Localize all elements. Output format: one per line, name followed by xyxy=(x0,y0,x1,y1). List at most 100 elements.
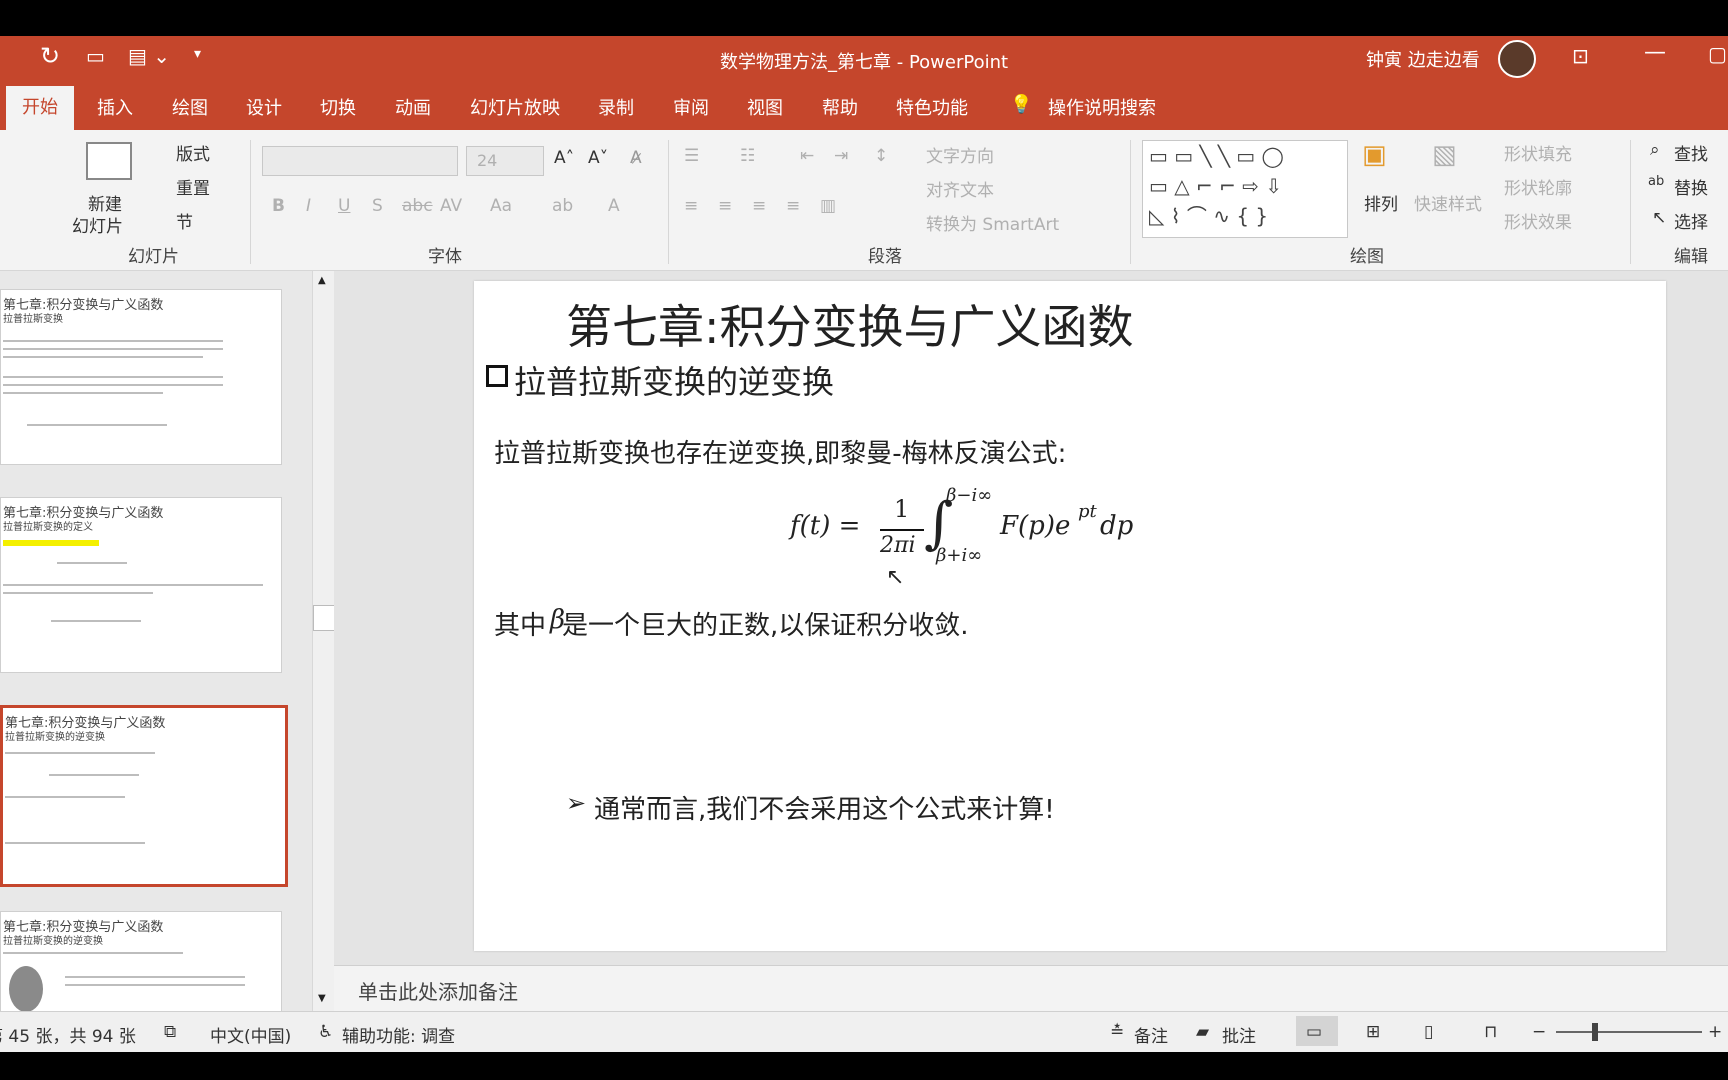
scroll-up-icon[interactable]: ▲ xyxy=(318,275,326,286)
font-color-icon[interactable]: A xyxy=(608,196,620,216)
slide-sorter-icon[interactable]: ⊞ xyxy=(1366,1022,1380,1042)
bold-icon[interactable]: B xyxy=(272,196,285,216)
tab-home[interactable]: 开始 xyxy=(6,86,74,130)
user-name[interactable]: 钟寅 边走边看 xyxy=(1366,46,1480,72)
thumbnail-scrollbar[interactable]: ▲ ▼ xyxy=(312,271,335,1011)
tab-view[interactable]: 视图 xyxy=(747,94,783,120)
notes-pane[interactable]: 单击此处添加备注 xyxy=(334,965,1728,1012)
slide-title[interactable]: 第七章:积分变换与广义函数 xyxy=(566,291,1134,357)
shape-fill-button[interactable]: 形状填充 xyxy=(1504,140,1572,165)
tab-animations[interactable]: 动画 xyxy=(395,94,431,120)
tab-design[interactable]: 设计 xyxy=(246,94,282,120)
tab-insert[interactable]: 插入 xyxy=(97,94,133,120)
avatar[interactable] xyxy=(1498,40,1536,78)
slide-bullet-text[interactable]: 通常而言,我们不会采用这个公式来计算! xyxy=(594,789,1055,826)
zoom-in-icon[interactable]: + xyxy=(1708,1022,1722,1042)
tab-transitions[interactable]: 切换 xyxy=(320,94,356,120)
new-slide-icon[interactable] xyxy=(86,142,132,180)
char-spacing-icon[interactable]: AV xyxy=(440,196,462,216)
accessibility-status[interactable]: 辅助功能: 调查 xyxy=(342,1022,455,1047)
grow-font-icon[interactable]: A˄ xyxy=(554,148,574,168)
section-button[interactable]: 节 xyxy=(176,208,193,233)
slide-thumbnail[interactable]: 第七章:积分变换与广义函数 拉普拉斯变换 xyxy=(0,289,282,465)
arrange-button[interactable]: 排列 xyxy=(1364,190,1398,215)
zoom-slider[interactable] xyxy=(1556,1023,1702,1041)
layout-button[interactable]: 版式 xyxy=(176,140,210,165)
shape-outline-button[interactable]: 形状轮廓 xyxy=(1504,174,1572,199)
tab-record[interactable]: 录制 xyxy=(598,94,634,120)
reset-button[interactable]: 重置 xyxy=(176,174,210,199)
redo-icon[interactable]: ↻ xyxy=(40,42,60,70)
clear-format-icon[interactable]: A̷ xyxy=(630,148,642,168)
justify-icon[interactable]: ≡ xyxy=(786,196,800,216)
columns-icon[interactable]: ▥ xyxy=(820,196,836,216)
align-right-icon[interactable]: ≡ xyxy=(752,196,766,216)
strikethrough-icon[interactable]: abc xyxy=(402,196,433,216)
font-name-box[interactable] xyxy=(262,146,458,176)
customize-qat-icon[interactable]: ▾ xyxy=(194,46,201,62)
arrange-icon[interactable]: ▣ xyxy=(1362,140,1387,170)
change-case-icon[interactable]: Aa xyxy=(490,196,512,216)
align-text-button[interactable]: 对齐文本 xyxy=(926,176,994,201)
inversion-formula[interactable]: f(t) = 1 2πi ∫ β−i∞ β+i∞ F(p)e pt dp xyxy=(790,485,1133,571)
slide-line2-prefix[interactable]: 其中 xyxy=(494,605,546,642)
align-left-icon[interactable]: ≡ xyxy=(684,196,698,216)
shrink-font-icon[interactable]: A˅ xyxy=(588,148,608,168)
replace-button[interactable]: 替换 xyxy=(1674,174,1708,199)
shape-effects-button[interactable]: 形状效果 xyxy=(1504,208,1572,233)
tab-review[interactable]: 审阅 xyxy=(673,94,709,120)
decrease-indent-icon[interactable]: ⇤ xyxy=(800,146,814,166)
zoom-out-icon[interactable]: − xyxy=(1532,1022,1546,1042)
slideshow-icon[interactable]: ⊓ xyxy=(1484,1022,1497,1042)
quick-styles-button[interactable]: 快速样式 xyxy=(1414,190,1482,215)
notes-icon[interactable]: ≛ xyxy=(1110,1022,1124,1042)
underline-icon[interactable]: U xyxy=(338,196,350,216)
font-size-box[interactable]: 24 xyxy=(466,146,544,176)
slide-line1[interactable]: 拉普拉斯变换也存在逆变换,即黎曼-梅林反演公式: xyxy=(494,433,1066,470)
arrow-bullet-icon: ➢ xyxy=(566,789,587,817)
tab-features[interactable]: 特色功能 xyxy=(896,94,968,120)
slide-line2-text[interactable]: 是一个巨大的正数,以保证积分收敛. xyxy=(562,605,969,642)
slide-canvas[interactable]: 第七章:积分变换与广义函数 拉普拉斯变换的逆变换 拉普拉斯变换也存在逆变换,即黎… xyxy=(474,281,1666,951)
spell-check-icon[interactable]: ⧉ xyxy=(164,1022,176,1042)
line-spacing-icon[interactable]: ↕ xyxy=(874,146,888,166)
new-slide-dropdown[interactable]: 幻灯片 xyxy=(72,212,123,237)
group-label-slides: 幻灯片 xyxy=(128,247,179,267)
slide-thumbnail-selected[interactable]: 第七章:积分变换与广义函数 拉普拉斯变换的逆变换 xyxy=(0,705,288,887)
tab-slideshow[interactable]: 幻灯片放映 xyxy=(470,94,560,120)
slide-thumbnail[interactable]: 第七章:积分变换与广义函数 拉普拉斯变换的定义 xyxy=(0,497,282,673)
minimize-icon[interactable]: — xyxy=(1644,40,1666,65)
increase-indent-icon[interactable]: ⇥ xyxy=(834,146,848,166)
maximize-icon[interactable]: ▢ xyxy=(1708,42,1727,66)
layout-icon[interactable]: ▤ ⌄ xyxy=(128,44,170,68)
notes-button[interactable]: 备注 xyxy=(1134,1022,1168,1047)
scroll-thumb[interactable] xyxy=(313,605,335,631)
bullets-icon[interactable]: ☰ xyxy=(684,146,699,166)
accessibility-icon[interactable]: ♿ xyxy=(318,1022,333,1042)
smartart-button[interactable]: 转换为 SmartArt xyxy=(926,210,1059,235)
tab-draw[interactable]: 绘图 xyxy=(172,94,208,120)
scroll-down-icon[interactable]: ▼ xyxy=(318,993,326,1004)
text-direction-button[interactable]: 文字方向 xyxy=(926,142,994,167)
align-center-icon[interactable]: ≡ xyxy=(718,196,732,216)
reading-view-icon[interactable]: ▯ xyxy=(1424,1022,1433,1042)
language-status[interactable]: 中文(中国) xyxy=(210,1022,291,1047)
tab-help[interactable]: 帮助 xyxy=(822,94,858,120)
shadow-icon[interactable]: S xyxy=(372,196,383,216)
zoom-slider-thumb[interactable] xyxy=(1592,1023,1598,1041)
slide-subtitle[interactable]: 拉普拉斯变换的逆变换 xyxy=(514,357,834,403)
notes-placeholder[interactable]: 单击此处添加备注 xyxy=(358,976,518,1005)
tell-me-search[interactable]: 操作说明搜索 xyxy=(1048,94,1156,120)
ribbon-display-icon[interactable]: ⊡ xyxy=(1572,44,1589,68)
numbering-icon[interactable]: ☷ xyxy=(740,146,755,166)
select-button[interactable]: 选择 xyxy=(1674,208,1708,233)
italic-icon[interactable]: I xyxy=(306,196,311,216)
find-button[interactable]: 查找 xyxy=(1674,140,1708,165)
present-from-start-icon[interactable]: ▭ xyxy=(86,44,105,68)
comments-button[interactable]: 批注 xyxy=(1222,1022,1256,1047)
comments-icon[interactable]: ▰ xyxy=(1196,1022,1209,1042)
quick-styles-icon[interactable]: ▧ xyxy=(1432,140,1457,170)
shapes-gallery[interactable]: ▭ ▭ ╲ ╲ ▭ ◯ ▭ △ ⌐ ⌐ ⇨ ⇩ ◺ ⌇ ⌒ ∿ { } xyxy=(1142,140,1348,238)
slide-thumbnail[interactable]: 第七章:积分变换与广义函数 拉普拉斯变换的逆变换 xyxy=(0,911,282,1013)
highlight-icon[interactable]: ab xyxy=(552,196,573,216)
